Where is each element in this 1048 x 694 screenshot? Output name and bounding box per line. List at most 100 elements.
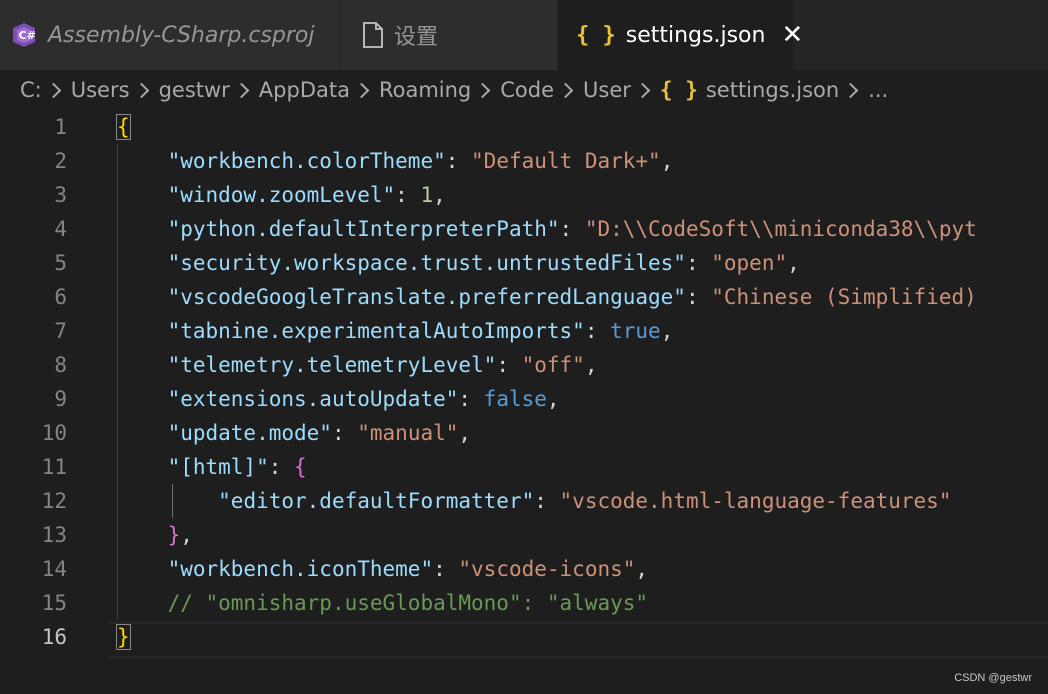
code-token: "workbench.iconTheme" — [167, 557, 434, 581]
chevron-right-icon — [45, 82, 62, 98]
code-token: "tabnine.experimentalAutoImports" — [167, 319, 585, 343]
code-token: : — [584, 319, 611, 343]
code-token: // "omnisharp.useGlobalMono": "always" — [167, 591, 649, 615]
line-number: 3 — [54, 183, 67, 207]
code-token: : — [458, 387, 484, 411]
line-number: 10 — [41, 421, 67, 445]
code-token: , — [787, 251, 800, 275]
code-content: "extensions.autoUpdate": false, — [117, 382, 560, 416]
breadcrumb-item-user[interactable]: User — [583, 78, 631, 102]
code-token: , — [180, 523, 193, 547]
breadcrumb-item-drive[interactable]: C: — [20, 78, 42, 102]
line-number: 2 — [54, 149, 67, 173]
code-token: , — [660, 319, 674, 343]
line-number: 1 — [54, 115, 67, 139]
csharp-project-icon: C# — [10, 21, 38, 49]
code-line[interactable]: 10 "update.mode": "manual", — [0, 416, 1048, 450]
code-token: , — [458, 421, 472, 445]
breadcrumb-item-users[interactable]: Users — [71, 78, 130, 102]
code-token: "manual" — [357, 421, 459, 445]
code-line[interactable]: 1{ — [0, 110, 1048, 144]
code-line[interactable]: 5 "security.workspace.trust.untrustedFil… — [0, 246, 1048, 280]
code-token: "workbench.colorTheme" — [167, 149, 446, 173]
code-token: : — [268, 455, 295, 479]
tab-label: settings.json — [625, 22, 766, 48]
line-number: 7 — [54, 319, 67, 343]
code-token: "extensions.autoUpdate" — [167, 387, 459, 411]
tab-settings-json[interactable]: { } settings.json ✕ — [558, 0, 803, 70]
breadcrumb-item-roaming[interactable]: Roaming — [379, 78, 471, 102]
code-line[interactable]: 9 "extensions.autoUpdate": false, — [0, 382, 1048, 416]
code-token: "python.defaultInterpreterPath" — [167, 217, 560, 241]
code-token: , — [433, 183, 446, 207]
code-token: false — [483, 387, 547, 411]
code-token: "Chinese (Simplified) — [711, 285, 977, 309]
chevron-right-icon — [353, 82, 370, 98]
line-number: 11 — [41, 455, 67, 479]
code-line[interactable]: 14 "workbench.iconTheme": "vscode-icons"… — [0, 552, 1048, 586]
line-number: 12 — [41, 489, 67, 513]
chevron-right-icon — [233, 82, 250, 98]
code-token: "vscode.html-language-features" — [559, 489, 952, 513]
code-token: "vscode-icons" — [458, 557, 636, 581]
breadcrumb-item-gestwr[interactable]: gestwr — [159, 78, 230, 102]
tab-assembly-csharp-csproj[interactable]: C# Assembly-CSharp.csproj — [0, 0, 340, 70]
code-line[interactable]: 8 "telemetry.telemetryLevel": "off", — [0, 348, 1048, 382]
tab-settings-ui[interactable]: 设置 — [340, 0, 558, 70]
chevron-right-icon — [133, 82, 149, 98]
code-token: "[html]" — [167, 455, 269, 479]
code-token: , — [635, 557, 649, 581]
file-icon — [362, 22, 384, 48]
chevron-right-icon — [634, 82, 651, 98]
code-line[interactable]: 3 "window.zoomLevel": 1, — [0, 178, 1048, 212]
code-line[interactable]: 12 "editor.defaultFormatter": "vscode.ht… — [0, 484, 1048, 518]
code-token: : — [445, 149, 472, 173]
editor-tab-bar: C# Assembly-CSharp.csproj 设置 { } setting… — [0, 0, 1048, 70]
code-line[interactable]: 13 }, — [0, 518, 1048, 552]
line-number: 14 — [41, 557, 67, 581]
code-content: "update.mode": "manual", — [117, 416, 471, 450]
code-content: "workbench.iconTheme": "vscode-icons", — [117, 552, 648, 586]
code-line[interactable]: 4 "python.defaultInterpreterPath": "D:\\… — [0, 212, 1048, 246]
code-line[interactable]: 11 "[html]": { — [0, 450, 1048, 484]
code-content: } — [116, 620, 131, 654]
code-content: "workbench.colorTheme": "Default Dark+", — [117, 144, 674, 178]
code-line[interactable]: 15 // "omnisharp.useGlobalMono": "always… — [0, 586, 1048, 620]
code-token: : — [534, 489, 560, 513]
code-line[interactable]: 7 "tabnine.experimentalAutoImports": tru… — [0, 314, 1048, 348]
code-token: "update.mode" — [167, 421, 332, 445]
breadcrumb-item-code[interactable]: Code — [500, 78, 554, 102]
breadcrumb-ellipsis[interactable]: ... — [868, 78, 888, 102]
code-token: "vscodeGoogleTranslate.preferredLanguage… — [167, 285, 686, 309]
breadcrumb: C: Users gestwr AppData Roaming Code Use… — [0, 70, 1048, 110]
code-token: : — [331, 421, 358, 445]
breadcrumb-item-appdata[interactable]: AppData — [259, 78, 350, 102]
code-editor[interactable]: 1{2 "workbench.colorTheme": "Default Dar… — [0, 110, 1048, 694]
tab-label: Assembly-CSharp.csproj — [48, 22, 315, 48]
json-braces-icon: { } — [576, 22, 616, 48]
code-line[interactable]: 2 "workbench.colorTheme": "Default Dark+… — [0, 144, 1048, 178]
code-line[interactable]: 6 "vscodeGoogleTranslate.preferredLangua… — [0, 280, 1048, 314]
line-number: 16 — [41, 625, 67, 649]
code-token: "telemetry.telemetryLevel" — [167, 353, 497, 377]
code-content: "security.workspace.trust.untrustedFiles… — [117, 246, 800, 280]
code-line[interactable]: 16} — [0, 620, 1048, 654]
watermark: CSDN @gestwr — [954, 672, 1032, 684]
code-token: } — [116, 624, 131, 650]
line-number: 9 — [54, 387, 67, 411]
breadcrumb-item-file[interactable]: settings.json — [706, 78, 839, 102]
close-icon[interactable]: ✕ — [781, 20, 803, 50]
code-token: , — [546, 387, 560, 411]
code-token: : — [559, 217, 585, 241]
chevron-right-icon — [474, 82, 491, 98]
